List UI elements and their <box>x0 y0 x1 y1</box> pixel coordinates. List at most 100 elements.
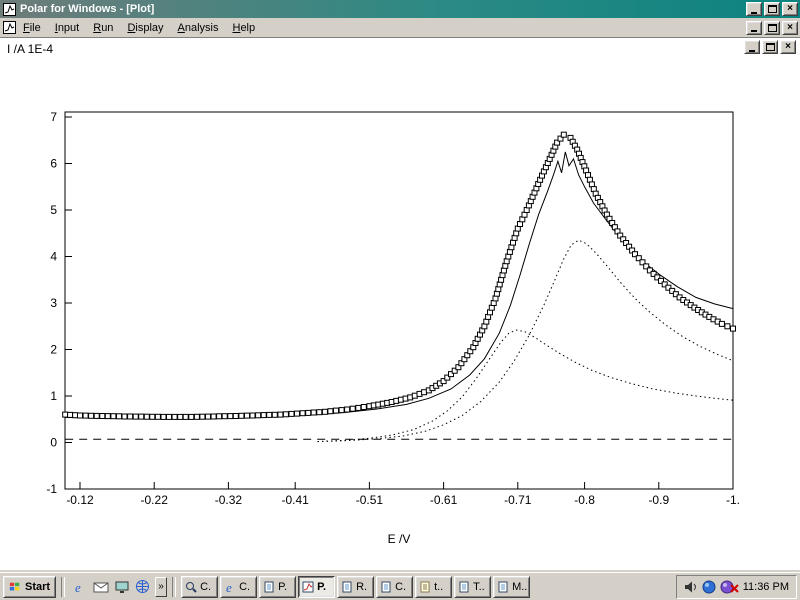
window-title: Polar for Windows - [Plot] <box>20 3 154 15</box>
windows-flag-icon <box>9 581 21 593</box>
taskbar-button-9[interactable]: M.. <box>493 576 530 598</box>
square-marker <box>155 414 160 419</box>
taskbar-button-label: P. <box>278 581 287 593</box>
taskbar-button-5[interactable]: R. <box>337 576 374 598</box>
square-marker <box>161 414 166 419</box>
plot-window-icon[interactable] <box>2 21 16 35</box>
outlook-envelope-icon[interactable] <box>91 577 110 596</box>
square-marker <box>272 412 277 417</box>
minimize-button[interactable] <box>746 21 762 35</box>
x-tick-label: -0.41 <box>282 493 310 507</box>
taskbar-button-label: C. <box>239 581 250 593</box>
x-tick-label: -0.32 <box>215 493 243 507</box>
y-tick-label: -1 <box>46 482 57 496</box>
menu-help[interactable]: Help <box>225 20 262 36</box>
show-desktop-icon[interactable] <box>112 577 131 596</box>
y-tick-label: 5 <box>50 203 57 217</box>
square-marker <box>239 413 244 418</box>
taskbar-button-7[interactable]: t.. <box>415 576 452 598</box>
square-marker <box>300 411 305 416</box>
magnifier-icon <box>185 581 197 593</box>
minimize-button[interactable] <box>746 2 762 16</box>
square-marker <box>150 414 155 419</box>
blue-tray-app-icon[interactable] <box>702 580 716 594</box>
taskbar-button-4[interactable]: P. <box>298 576 335 598</box>
page-icon <box>341 581 353 593</box>
square-marker <box>311 410 316 415</box>
y-tick-label: 2 <box>50 343 57 357</box>
offline-red-x-icon[interactable] <box>730 584 739 593</box>
x-tick-label: -1. <box>726 493 740 507</box>
speaker-icon[interactable] <box>684 581 698 593</box>
menu-file[interactable]: File <box>16 20 48 36</box>
quick-launch-overflow-button[interactable]: » <box>155 577 167 597</box>
page-icon <box>380 581 392 593</box>
taskbar-button-2[interactable]: eC. <box>220 576 257 598</box>
square-marker <box>178 414 183 419</box>
square-marker <box>133 414 138 419</box>
square-marker <box>289 411 294 416</box>
square-marker <box>78 413 83 418</box>
internet-explorer-icon[interactable]: e <box>70 577 89 596</box>
square-marker <box>278 412 283 417</box>
maximize-button[interactable] <box>764 21 780 35</box>
square-marker <box>128 414 133 419</box>
globe-channels-icon[interactable] <box>133 577 152 596</box>
taskbar-button-label: P. <box>317 581 326 593</box>
square-marker <box>183 414 188 419</box>
menu-run[interactable]: Run <box>86 20 120 36</box>
notepad-icon <box>419 581 431 593</box>
square-marker <box>111 414 116 419</box>
system-tray: 11:36 PM <box>676 575 797 599</box>
square-marker <box>139 414 144 419</box>
close-button[interactable]: × <box>782 2 798 16</box>
menu-analysis[interactable]: Analysis <box>171 20 226 36</box>
graph-icon <box>302 581 314 593</box>
maximize-button[interactable] <box>764 2 780 16</box>
mdi-window-controls: × <box>746 21 798 35</box>
square-marker <box>217 414 222 419</box>
square-marker <box>561 132 566 137</box>
taskbar-button-label: R. <box>356 581 367 593</box>
square-marker <box>105 414 110 419</box>
taskbar-divider <box>172 577 176 597</box>
start-label: Start <box>25 581 50 593</box>
taskbar-button-label: T.. <box>473 581 485 593</box>
square-marker <box>222 414 227 419</box>
close-button[interactable]: × <box>782 21 798 35</box>
square-marker <box>256 413 261 418</box>
taskbar-button-1[interactable]: C. <box>181 576 218 598</box>
minimize-icon <box>751 12 757 14</box>
square-marker <box>144 414 149 419</box>
square-marker <box>283 412 288 417</box>
x-tick-label: -0.61 <box>430 493 458 507</box>
square-marker <box>295 411 300 416</box>
taskbar-divider <box>61 577 65 597</box>
taskbar-button-8[interactable]: T.. <box>454 576 491 598</box>
page-icon <box>263 581 275 593</box>
square-marker <box>68 412 73 417</box>
square-marker <box>345 407 350 412</box>
minimize-icon <box>751 30 757 32</box>
app-icon <box>2 2 16 16</box>
square-marker <box>334 408 339 413</box>
square-marker <box>250 413 255 418</box>
menu-display[interactable]: Display <box>120 20 170 36</box>
y-tick-label: 4 <box>50 250 57 264</box>
menu-input[interactable]: Input <box>48 20 86 36</box>
task-buttons: C.eC.P.P.R.C.t..T..M.. <box>181 576 530 598</box>
square-marker <box>725 324 730 329</box>
taskbar-button-6[interactable]: C. <box>376 576 413 598</box>
x-axis-label: E /V <box>329 532 469 546</box>
square-marker <box>361 405 366 410</box>
square-marker <box>100 414 105 419</box>
clock[interactable]: 11:36 PM <box>743 581 789 593</box>
square-marker <box>328 409 333 414</box>
x-tick-label: -0.51 <box>356 493 384 507</box>
taskbar-button-3[interactable]: P. <box>259 576 296 598</box>
square-marker <box>233 414 238 419</box>
maximize-icon <box>768 24 777 32</box>
y-tick-label: 6 <box>50 157 57 171</box>
start-button[interactable]: Start <box>3 576 56 598</box>
square-marker <box>245 413 250 418</box>
